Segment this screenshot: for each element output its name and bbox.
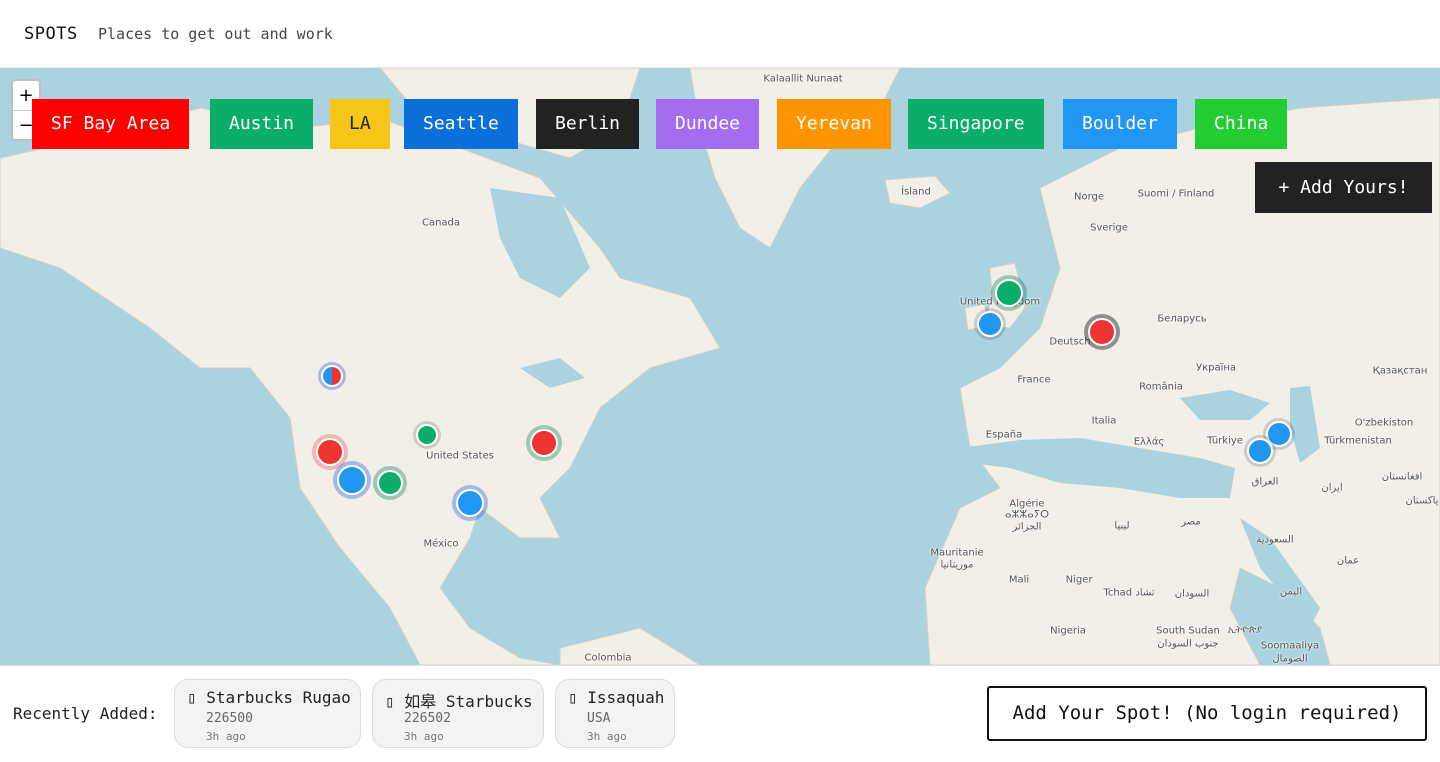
map-label: Україна xyxy=(1195,362,1237,374)
map-label: Deutsch xyxy=(1049,336,1091,348)
world-map[interactable]: Kalaallit Nunaat Canada United States Mé… xyxy=(0,68,1440,665)
map-label: Suomi / Finland xyxy=(1137,188,1215,200)
recent-spot-name: ▯ Starbucks Rugao xyxy=(187,688,351,707)
city-button-seattle[interactable]: Seattle xyxy=(404,99,518,149)
map-label: الصومال xyxy=(1272,653,1308,665)
recent-spot-time: 3h ago xyxy=(587,730,627,743)
add-yours-button[interactable]: + Add Yours! xyxy=(1255,162,1432,213)
map-marker[interactable] xyxy=(337,465,367,495)
map-marker[interactable] xyxy=(1247,438,1273,464)
map-label: España xyxy=(985,429,1023,441)
recent-spot-name: ▯ 如皋 Starbucks xyxy=(385,692,533,711)
add-your-spot-button[interactable]: Add Your Spot! (No login required) xyxy=(987,686,1427,741)
map-label: Norge xyxy=(1073,191,1105,203)
map-label: Colombia xyxy=(584,652,632,664)
cafe-icon: ▯ xyxy=(187,688,197,707)
map-label: Niger xyxy=(1065,574,1093,586)
recent-spot-location: USA xyxy=(587,711,611,726)
map-marker[interactable] xyxy=(995,279,1023,307)
map-label: Ísland xyxy=(901,186,931,198)
map-label: العراق xyxy=(1251,476,1279,488)
map-label: جنوب السودان xyxy=(1157,638,1219,650)
map-label: ⴰⵣⵣⴰⵢⵔ xyxy=(1005,509,1049,521)
map-label: Kalaallit Nunaat xyxy=(763,73,843,85)
brand-logo[interactable]: SPOTS xyxy=(24,24,78,44)
recent-spot-time: 3h ago xyxy=(206,730,246,743)
city-button-dundee[interactable]: Dundee xyxy=(656,99,760,149)
map-marker[interactable] xyxy=(321,365,343,387)
recent-spot-card[interactable]: ▯ 如皋 Starbucks 226502 3h ago xyxy=(372,679,544,748)
map-label: افغانستان xyxy=(1381,471,1423,483)
city-button-boulder[interactable]: Boulder xyxy=(1063,99,1177,149)
map-label: ليبيا xyxy=(1114,520,1130,532)
map-label: Ελλάς xyxy=(1133,436,1165,448)
map-marker[interactable] xyxy=(456,489,484,517)
map-label: France xyxy=(1017,374,1051,386)
map-label: ኢትዮጵያ xyxy=(1227,624,1263,636)
map-marker[interactable] xyxy=(316,438,344,466)
city-button-china[interactable]: China xyxy=(1195,99,1288,149)
top-header: SPOTS Places to get out and work xyxy=(0,0,1440,68)
map-label: Canada xyxy=(421,217,461,229)
map-label: România xyxy=(1139,381,1183,393)
recent-spot-location: 226500 xyxy=(206,711,253,726)
map-label: Беларусь xyxy=(1157,313,1207,325)
map-label: Algérie xyxy=(1009,498,1045,510)
city-button-singapore[interactable]: Singapore xyxy=(908,99,1044,149)
map-label: السودان xyxy=(1174,588,1210,600)
map-label: موريتانيا xyxy=(940,559,974,571)
tagline: Places to get out and work xyxy=(98,25,333,43)
map-label: Soomaaliya xyxy=(1260,640,1320,652)
map-marker[interactable] xyxy=(416,424,438,446)
map-label: اليمن xyxy=(1279,586,1303,598)
map-label: O'zbekiston xyxy=(1354,417,1414,429)
map-label: Tchad تشاد xyxy=(1103,587,1155,599)
map-marker[interactable] xyxy=(977,311,1003,337)
recent-spot-time: 3h ago xyxy=(404,730,444,743)
city-button-yerevan[interactable]: Yerevan xyxy=(777,99,891,149)
map-label: Türkmenistan xyxy=(1324,435,1392,447)
recently-added-label: Recently Added: xyxy=(13,704,158,723)
map-label: Italia xyxy=(1091,415,1117,427)
city-button-berlin[interactable]: Berlin xyxy=(536,99,640,149)
map-label: Қазақстан xyxy=(1372,365,1428,377)
map-label: México xyxy=(423,538,459,550)
city-button-sf-bay-area[interactable]: SF Bay Area xyxy=(32,99,190,149)
recent-spot-card[interactable]: ▯ Issaquah USA 3h ago xyxy=(555,679,675,748)
map-label: السعودية xyxy=(1256,534,1294,546)
map-label: مصر xyxy=(1181,516,1201,528)
map-label: United States xyxy=(426,450,494,462)
city-button-austin[interactable]: Austin xyxy=(210,99,314,149)
map-label: Mali xyxy=(1008,574,1030,586)
map-marker[interactable] xyxy=(1088,318,1116,346)
recent-spot-card[interactable]: ▯ Starbucks Rugao 226500 3h ago xyxy=(174,679,361,748)
map-label: Mauritanie xyxy=(930,547,984,559)
map-marker[interactable] xyxy=(530,429,558,457)
map-label: عمان xyxy=(1336,555,1360,567)
map-label: الجزائر xyxy=(1012,521,1042,533)
map-label: ایران xyxy=(1321,482,1343,494)
map-label: South Sudan xyxy=(1156,625,1220,637)
cafe-icon: ▯ xyxy=(568,688,578,707)
recent-spot-name: ▯ Issaquah xyxy=(568,688,665,707)
cafe-icon: ▯ xyxy=(385,692,395,711)
map-label: Nigeria xyxy=(1050,625,1086,637)
city-button-la[interactable]: LA xyxy=(330,99,390,149)
map-label: Türkiye xyxy=(1207,435,1243,447)
recent-spot-location: 226502 xyxy=(404,711,451,726)
map-label: Sverige xyxy=(1090,222,1128,234)
map-marker[interactable] xyxy=(377,470,403,496)
map-label: پاکستان xyxy=(1405,495,1439,507)
recently-added-footer: Recently Added: ▯ Starbucks Rugao 226500… xyxy=(0,665,1440,762)
